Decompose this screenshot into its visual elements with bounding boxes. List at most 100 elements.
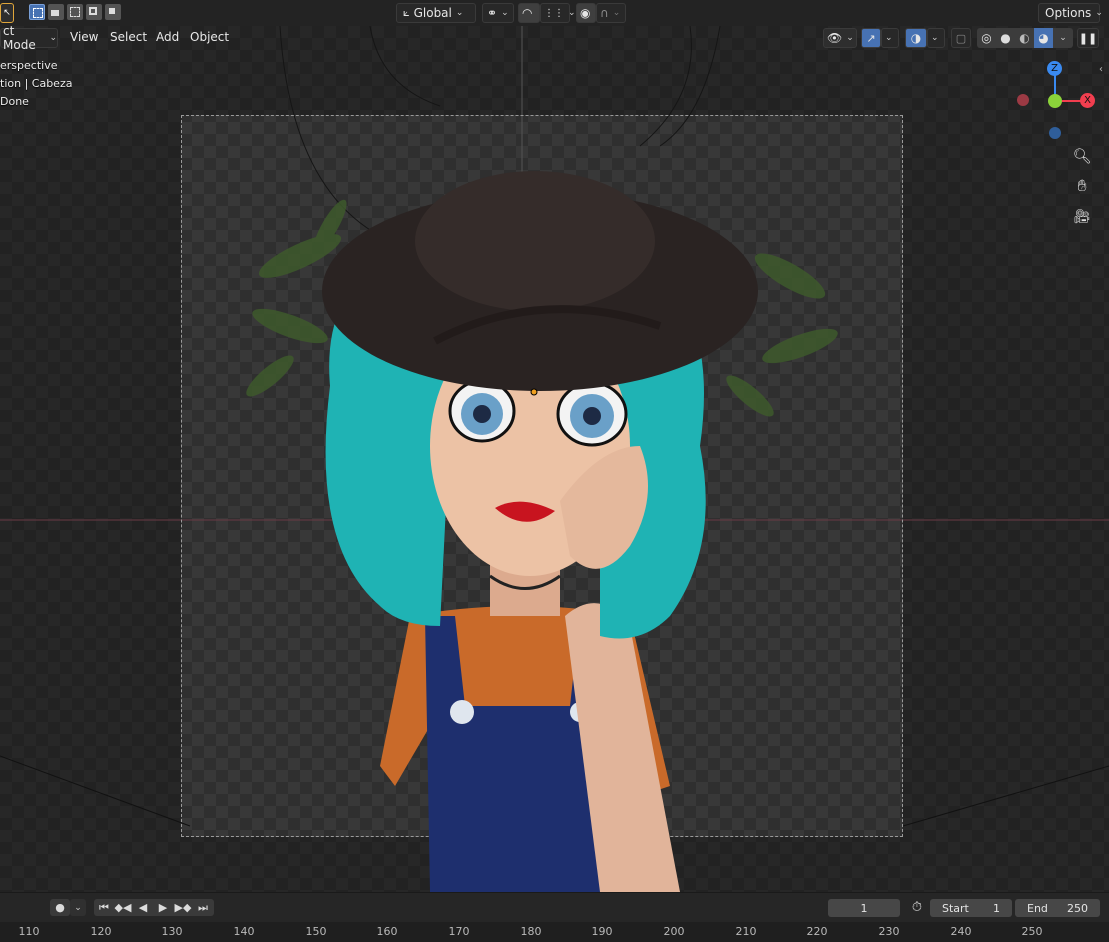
ruler-tick: 230: [878, 925, 900, 938]
gizmo-z-axis[interactable]: Z: [1047, 61, 1062, 76]
ruler-tick: 170: [448, 925, 470, 938]
overlay-dropdown[interactable]: ⌄: [927, 28, 945, 48]
transform-orientation-dropdown[interactable]: ⟀ Global ⌄: [396, 3, 476, 23]
menu-object[interactable]: Object: [190, 30, 229, 44]
next-keyframe-icon: ▶◆: [174, 901, 192, 914]
frame-end-field[interactable]: End 250: [1015, 899, 1100, 917]
xray-icon: ▢: [955, 31, 967, 45]
current-frame-value: 1: [860, 901, 868, 915]
chevron-down-icon[interactable]: ⌄: [1053, 33, 1073, 43]
snap-icon: ◠: [522, 6, 533, 20]
mode-label: ct Mode: [3, 24, 36, 52]
object-origin: [530, 388, 538, 396]
select-box-new-button[interactable]: [29, 4, 45, 20]
zoom-icon: 🔍︎: [1072, 147, 1092, 165]
keying-dropdown[interactable]: ⌄: [70, 899, 86, 916]
options-label: Options: [1045, 6, 1092, 20]
pivot-point-dropdown[interactable]: ⚭ ⌄: [482, 3, 514, 23]
overlay-toggle[interactable]: ◑: [905, 28, 927, 48]
chevron-down-icon: ⌄: [846, 33, 854, 43]
proportional-edit-toggle[interactable]: ◉: [576, 3, 596, 23]
select-box-invert-button[interactable]: [86, 4, 102, 20]
select-cursor-button[interactable]: ↖: [0, 3, 14, 23]
operator-status-label: Done: [0, 95, 29, 108]
ruler-tick: 240: [950, 925, 972, 938]
chevron-down-icon: ⌄: [74, 902, 82, 913]
snap-target-dropdown[interactable]: ⋮⋮ ⌄: [540, 3, 576, 23]
chevron-down-icon: ⌄: [49, 33, 57, 43]
current-frame-field[interactable]: 1: [828, 899, 900, 917]
chevron-down-icon: ⌄: [931, 33, 939, 43]
snap-toggle[interactable]: ◠: [518, 3, 540, 23]
ruler-tick: 190: [591, 925, 613, 938]
material-shading-icon[interactable]: ◐: [1015, 31, 1034, 45]
viewport-header: ↖ ⟀ Global ⌄ ⚭ ⌄ ◠ ⋮⋮ ⌄ ◉ ∩ ⌄ Options ⌄: [0, 0, 1109, 27]
prev-keyframe-icon: ◆◀: [114, 901, 132, 914]
solid-shading-icon[interactable]: ●: [996, 31, 1015, 45]
ruler-tick: 250: [1021, 925, 1043, 938]
gizmo-x-axis[interactable]: X: [1080, 93, 1095, 108]
gizmo-neg-z-axis[interactable]: [1049, 127, 1061, 139]
3d-viewport[interactable]: erspective tion | Cabeza Done Z X 🔍︎ ✋︎ …: [0, 26, 1109, 892]
camera-view-tool[interactable]: 🎥︎: [1070, 205, 1094, 229]
select-box-extend-button[interactable]: [48, 4, 64, 20]
auto-keying-toggle[interactable]: ●: [50, 899, 70, 916]
jump-end-icon: ⏭︎: [198, 900, 208, 914]
visibility-icon: 👁︎: [827, 31, 843, 45]
play-button[interactable]: ▶: [154, 899, 172, 916]
hand-pan-icon: ✋︎: [1077, 176, 1087, 195]
view-perspective-label: erspective: [0, 59, 58, 72]
select-box-subtract-button[interactable]: [67, 4, 83, 20]
select-box-intersect-button[interactable]: [105, 4, 121, 20]
play-icon: ▶: [158, 901, 168, 914]
use-preview-range-toggle[interactable]: ⏱︎: [907, 899, 927, 916]
menu-view[interactable]: View: [70, 30, 98, 44]
menu-select[interactable]: Select: [110, 30, 147, 44]
chevron-down-icon: ⌄: [612, 8, 621, 18]
frame-start-label: Start: [942, 901, 969, 915]
stopwatch-icon: ⏱︎: [911, 900, 923, 915]
chevron-down-icon: ⌄: [568, 8, 576, 18]
prev-keyframe-button[interactable]: ◆◀: [114, 899, 132, 916]
gizmo-y-axis[interactable]: [1048, 94, 1062, 108]
gizmo-neg-x-axis[interactable]: [1017, 94, 1029, 106]
pan-tool[interactable]: ✋︎: [1070, 174, 1094, 198]
sidebar-toggle-arrow[interactable]: ‹: [1099, 64, 1103, 75]
chevron-down-icon: ⌄: [501, 8, 509, 18]
ruler-tick: 110: [18, 925, 40, 938]
next-keyframe-button[interactable]: ▶◆: [174, 899, 192, 916]
play-reverse-icon: ◀: [138, 901, 148, 914]
falloff-curve-icon: ∩: [600, 6, 609, 20]
gizmo-toggle[interactable]: ↗: [861, 28, 881, 48]
chevron-down-icon: ⌄: [885, 33, 893, 43]
visibility-dropdown[interactable]: 👁︎ ⌄: [823, 28, 857, 48]
frame-start-field[interactable]: Start 1: [930, 899, 1012, 917]
gizmo-dropdown[interactable]: ⌄: [881, 28, 899, 48]
mode-dropdown[interactable]: ct Mode ⌄: [0, 24, 58, 52]
transform-orientation-label: Global: [413, 6, 452, 20]
jump-start-icon: ⏮︎: [99, 900, 109, 914]
shading-mode-group: ◎ ● ◐ ◕ ⌄: [977, 28, 1073, 48]
options-dropdown[interactable]: Options ⌄: [1038, 3, 1103, 23]
proportional-edit-icon: ◉: [580, 6, 591, 20]
play-reverse-button[interactable]: ◀: [134, 899, 152, 916]
zoom-tool[interactable]: 🔍︎: [1070, 144, 1094, 168]
navigation-gizmo[interactable]: Z X: [1010, 58, 1100, 142]
ruler-tick: 150: [305, 925, 327, 938]
transform-pivot-icon: ⟀: [403, 6, 410, 19]
ruler-tick: 120: [90, 925, 112, 938]
wireframe-shading-icon[interactable]: ◎: [977, 31, 996, 45]
xray-toggle[interactable]: ▢: [951, 28, 971, 48]
jump-end-button[interactable]: ⏭︎: [194, 899, 212, 916]
camera-view-icon: 🎥︎: [1073, 209, 1091, 225]
ruler-tick: 140: [233, 925, 255, 938]
rendered-shading-icon[interactable]: ◕: [1034, 28, 1053, 48]
keyframe-record-icon: ●: [55, 901, 65, 914]
sidebar-pause-toggle[interactable]: ❚❚: [1077, 28, 1099, 48]
pivot-icon: ⚭: [487, 6, 498, 20]
chevron-down-icon: ⌄: [455, 8, 464, 18]
jump-start-button[interactable]: ⏮︎: [95, 899, 113, 916]
menu-add[interactable]: Add: [156, 30, 179, 44]
ruler-tick: 220: [806, 925, 828, 938]
proportional-falloff-dropdown[interactable]: ∩ ⌄: [596, 3, 626, 23]
